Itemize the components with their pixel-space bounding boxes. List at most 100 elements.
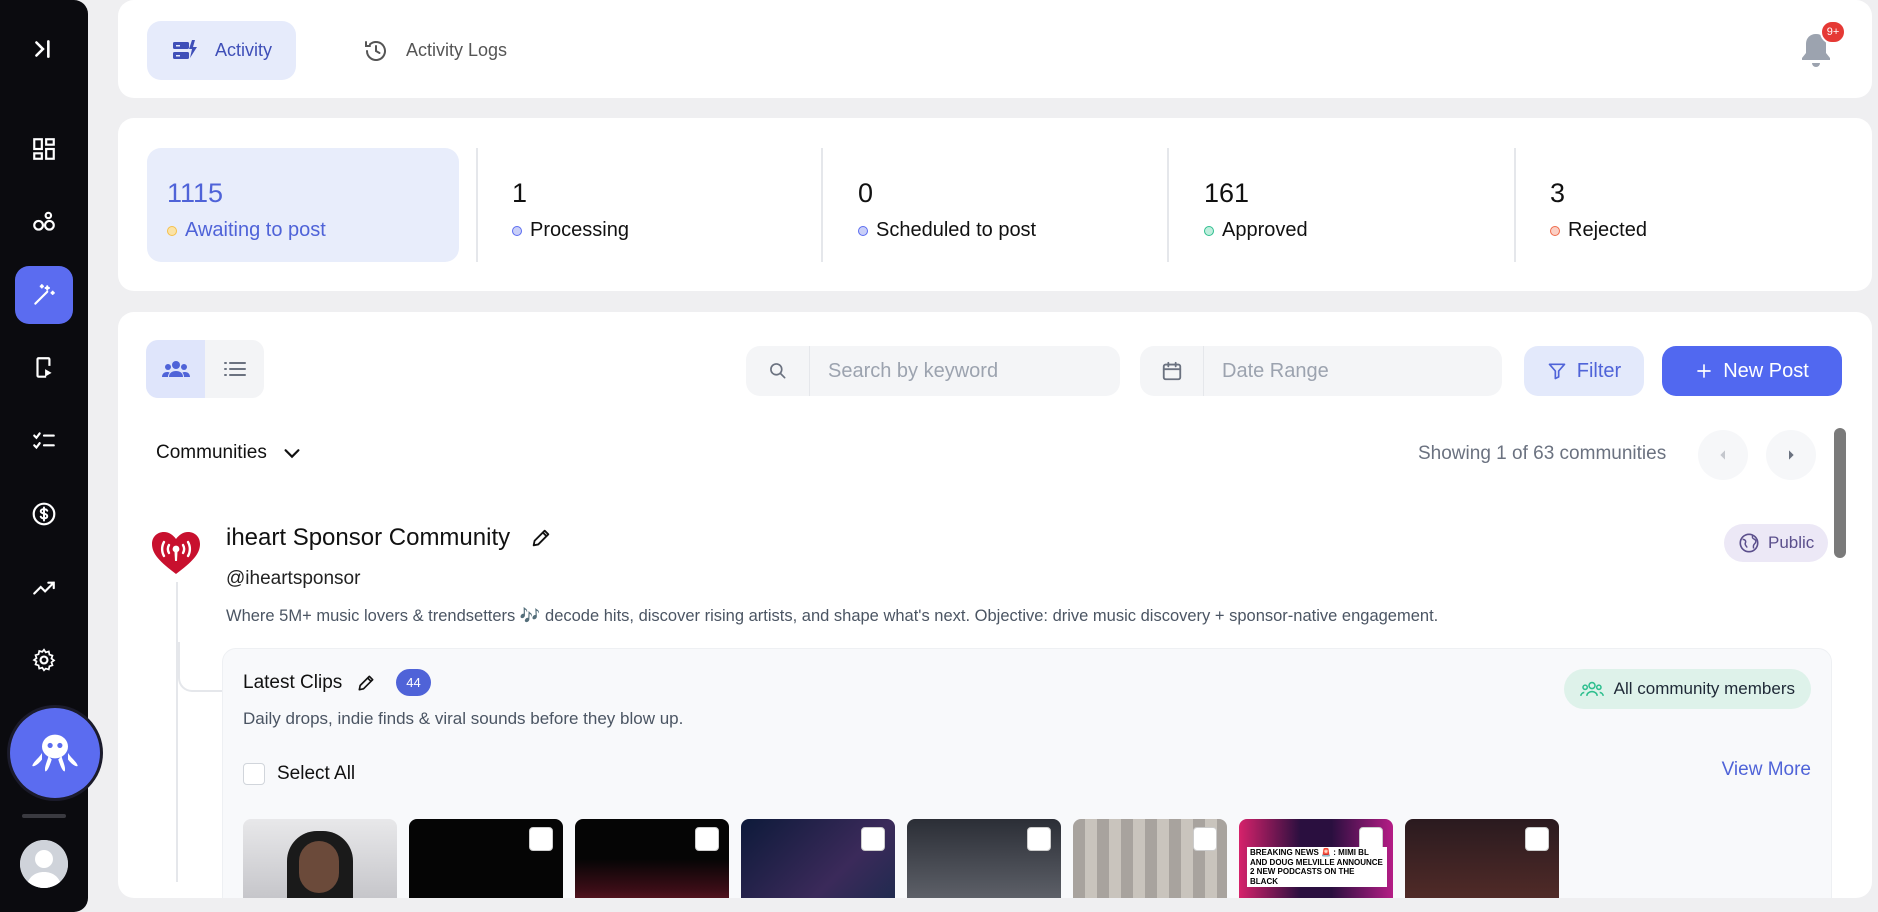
edit-community-icon[interactable] (530, 527, 552, 549)
notification-badge: 9+ (1820, 20, 1846, 44)
clip-thumbnails: BREAKING NEWS 🚨 : MIMI BL AND DOUG MELVI… (243, 819, 1559, 898)
main-panel: Filter New Post Communities Showing 1 of… (118, 312, 1872, 898)
clip-checkbox[interactable] (861, 827, 885, 851)
octopus-icon (32, 734, 78, 772)
avatar[interactable] (20, 840, 68, 888)
gear-icon (32, 648, 56, 672)
thumbnail-caption: BREAKING NEWS 🚨 : MIMI BL AND DOUG MELVI… (1247, 847, 1387, 888)
new-post-button[interactable]: New Post (1662, 346, 1842, 396)
calendar-icon (1162, 361, 1181, 381)
tab-activity-label: Activity (215, 40, 273, 60)
sidebar-item-tasks[interactable] (15, 412, 73, 470)
clip-checkbox[interactable] (1525, 827, 1549, 851)
communities-dropdown[interactable]: Communities (156, 442, 303, 464)
next-page-button[interactable] (1766, 430, 1816, 480)
top-bar: Activity Activity Logs 9+ (118, 0, 1872, 98)
clip-thumbnail[interactable] (243, 819, 397, 898)
stat-value: 3 (1550, 178, 1566, 208)
clip-count-badge: 44 (396, 669, 431, 696)
clip-thumbnail[interactable] (741, 819, 895, 898)
stat-label: Approved (1222, 219, 1308, 241)
divider (1514, 148, 1516, 262)
mobile-play-icon (36, 357, 52, 378)
assistant-button[interactable] (10, 708, 100, 798)
new-post-label: New Post (1723, 359, 1809, 382)
tree-branch (178, 642, 224, 692)
edit-channel-icon[interactable] (356, 673, 376, 693)
checkbox[interactable] (243, 763, 265, 785)
status-dot (1550, 225, 1560, 236)
filter-button[interactable]: Filter (1524, 346, 1644, 396)
status-summary: 1115 Awaiting to post 1 Processing 0 Sch… (118, 118, 1872, 291)
search-box (746, 346, 1120, 396)
stat-value: 161 (1204, 178, 1250, 208)
stat-label: Processing (530, 219, 629, 241)
clip-thumbnail[interactable] (1405, 819, 1559, 898)
sidebar-item-payments[interactable] (15, 485, 73, 543)
scrollbar[interactable] (1834, 428, 1846, 558)
dashboard-icon (33, 138, 55, 160)
channel-header: Latest Clips 44 (243, 669, 431, 696)
stat-scheduled[interactable]: 0 Scheduled to post (838, 148, 1158, 262)
activity-icon (173, 39, 197, 59)
search-input[interactable] (810, 359, 1100, 383)
notifications-button[interactable]: 9+ (1796, 20, 1846, 72)
clip-checkbox[interactable] (695, 827, 719, 851)
stat-rejected[interactable]: 3 Rejected (1530, 148, 1850, 262)
stat-value: 1115 (167, 178, 224, 208)
sidebar-divider (22, 814, 66, 818)
select-all-checkbox[interactable]: Select All (243, 763, 355, 785)
group-icon (161, 361, 190, 377)
checklist-icon (33, 432, 55, 450)
sidebar-item-settings[interactable] (15, 631, 73, 689)
dollar-icon (32, 502, 56, 526)
sidebar-item-dashboard[interactable] (15, 120, 73, 178)
status-dot (167, 225, 177, 236)
divider (476, 148, 478, 262)
community-logo (152, 532, 200, 574)
tab-activity[interactable]: Activity (147, 21, 297, 80)
divider (1167, 148, 1169, 262)
previous-page-button[interactable] (1698, 430, 1748, 480)
stat-value: 1 (512, 178, 528, 208)
clip-checkbox[interactable] (1193, 827, 1217, 851)
members-icon (1579, 681, 1604, 696)
chevron-right-icon (1789, 450, 1794, 460)
date-range-input[interactable] (1204, 359, 1494, 383)
funnel-icon (1548, 363, 1566, 380)
globe-icon (1739, 533, 1759, 553)
clip-thumbnail[interactable] (907, 819, 1061, 898)
sidebar-item-analytics[interactable] (15, 558, 73, 616)
communities-dropdown-label: Communities (156, 442, 267, 463)
expand-sidebar-button[interactable] (15, 20, 73, 78)
clip-checkbox[interactable] (529, 827, 553, 851)
stat-approved[interactable]: 161 Approved (1184, 148, 1504, 262)
audience-label: All community members (1613, 679, 1795, 698)
stat-label: Rejected (1568, 219, 1647, 241)
stat-awaiting[interactable]: 1115 Awaiting to post (147, 148, 459, 262)
tab-activity-logs[interactable]: Activity Logs (338, 21, 531, 80)
clip-thumbnail[interactable]: BREAKING NEWS 🚨 : MIMI BL AND DOUG MELVI… (1239, 819, 1393, 898)
sidebar-item-activity[interactable] (15, 266, 73, 324)
sidebar-item-videos[interactable] (15, 339, 73, 397)
divider (821, 148, 823, 262)
tree-connector (176, 582, 206, 882)
stat-label: Scheduled to post (876, 219, 1037, 241)
clip-thumbnail[interactable] (409, 819, 563, 898)
plus-icon (1697, 364, 1712, 378)
community-view-button[interactable] (146, 340, 205, 398)
status-dot (1204, 225, 1214, 236)
view-more-link[interactable]: View More (1722, 759, 1811, 781)
community-handle: @iheartsponsor (226, 568, 361, 589)
sidebar-item-communities[interactable] (15, 193, 73, 251)
stat-value: 0 (858, 178, 874, 208)
clip-checkbox[interactable] (1027, 827, 1051, 851)
clip-thumbnail[interactable] (575, 819, 729, 898)
stat-processing[interactable]: 1 Processing (492, 148, 812, 262)
clip-thumbnail[interactable] (1073, 819, 1227, 898)
status-dot (858, 225, 868, 236)
channel-title: Latest Clips (243, 671, 343, 693)
select-all-label: Select All (277, 763, 356, 784)
list-view-button[interactable] (205, 340, 264, 398)
visibility-badge: Public (1724, 524, 1829, 562)
